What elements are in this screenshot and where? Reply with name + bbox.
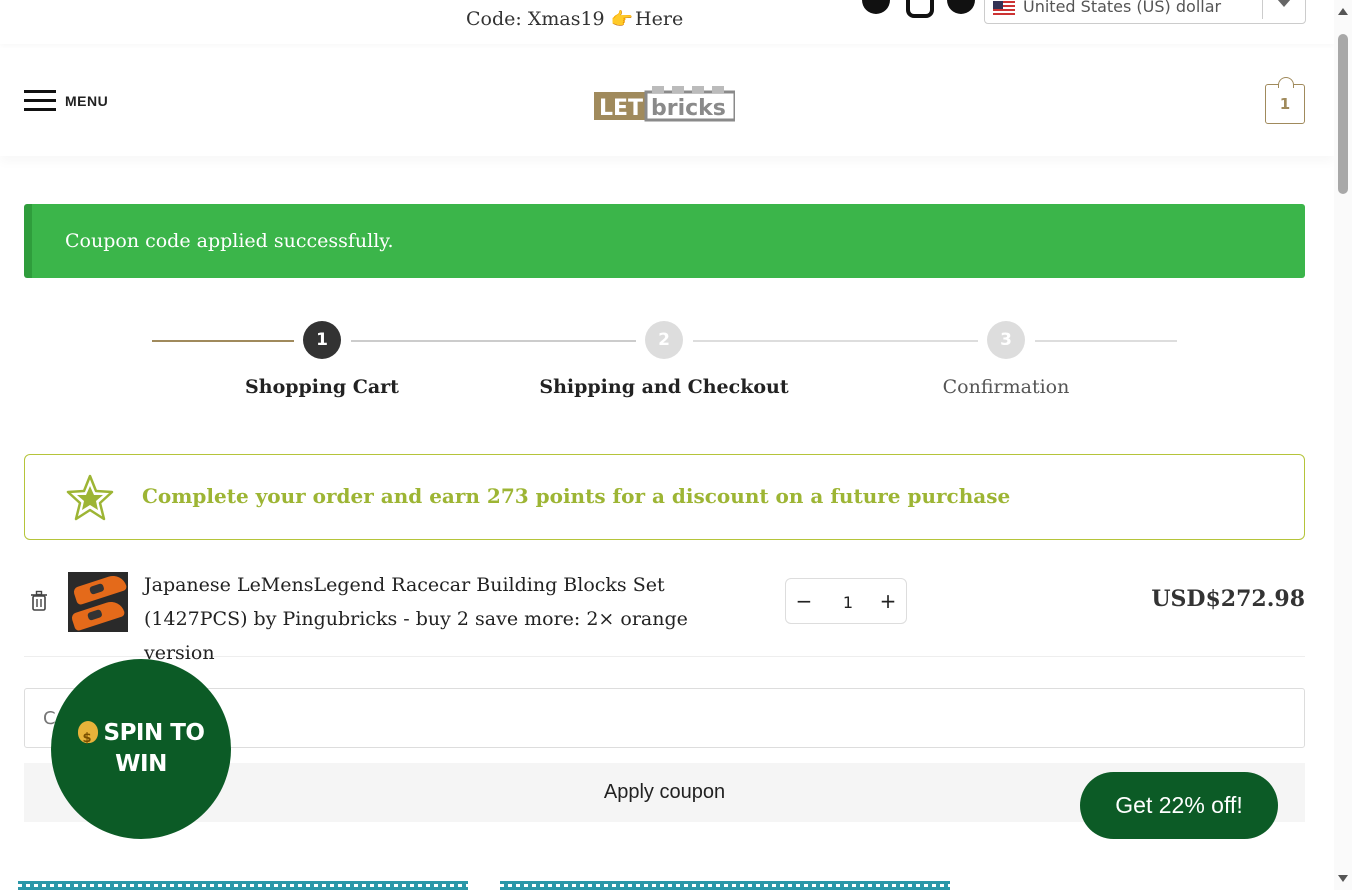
spin-label-line1: SPIN TO [103,720,205,746]
step-line [351,340,636,342]
instagram-icon[interactable] [906,0,934,18]
step-3-label: Confirmation [942,376,1070,398]
cart-item: Japanese LeMensLegend Racecar Building B… [24,560,1305,664]
money-bag-icon [77,721,98,754]
quantity-stepper: − + [785,578,907,624]
currency-label: United States (US) dollar [1023,0,1222,16]
product-thumbnail[interactable] [68,572,128,632]
success-alert: Coupon code applied successfully. [24,204,1305,278]
alert-message: Coupon code applied successfully. [65,230,394,252]
spin-label-line2: WIN [115,751,167,777]
promo-bar: Code: Xmas19 👉 Here United States (US) dol… [0,0,1334,44]
menu-button[interactable]: MENU [24,90,108,112]
cart-button[interactable]: 1 [1265,77,1305,124]
step-1-circle: 1 [303,321,341,359]
step-line [1035,340,1177,342]
chevron-down-icon [1277,0,1291,7]
step-2-circle: 2 [645,321,683,359]
plus-icon[interactable]: + [876,589,900,613]
product-price: USD$272.98 [1151,586,1305,612]
site-header: MENU LET bricks 1 [0,48,1334,156]
minus-icon[interactable]: − [792,589,816,613]
scrollbar[interactable] [1334,0,1352,890]
promo-link[interactable]: Here [635,8,683,30]
menu-label: MENU [65,93,109,109]
spin-to-win-button[interactable]: SPIN TO WIN [51,659,231,839]
step-2-label[interactable]: Shipping and Checkout [539,376,788,398]
quantity-input[interactable] [824,589,872,615]
scroll-up-icon[interactable] [1338,8,1348,15]
points-banner: Complete your order and earn 273 points … [24,454,1305,540]
currency-select[interactable]: United States (US) dollar [984,0,1306,24]
promo-text: Code: Xmas19 👉 Here [466,8,683,30]
star-icon [66,474,114,521]
us-flag-icon [993,1,1015,15]
hamburger-icon [24,90,56,112]
promo-code: Code: Xmas19 [466,8,605,30]
points-message: Complete your order and earn 273 points … [142,484,1011,508]
facebook-icon[interactable] [862,0,890,14]
logo-text-let: LET [599,96,643,121]
discount-button[interactable]: Get 22% off! [1080,772,1278,839]
pinterest-icon[interactable] [947,0,975,14]
cart-count: 1 [1279,95,1291,113]
scroll-thumb[interactable] [1338,34,1348,194]
pointing-hand-icon: 👉 [610,9,634,30]
trash-icon[interactable] [30,590,48,612]
scroll-down-icon[interactable] [1338,875,1348,882]
step-1-label[interactable]: Shopping Cart [245,376,399,398]
currency-divider [1262,0,1263,19]
step-3-circle: 3 [987,321,1025,359]
logo-text-bricks: bricks [651,96,726,121]
step-line [152,340,294,342]
letbricks-logo[interactable]: LET bricks [594,86,735,122]
banner-card [500,881,950,890]
checkout-steps: 1 2 3 Shopping Cart Shipping and Checkou… [0,318,1334,418]
banner-card [18,881,468,890]
product-name[interactable]: Japanese LeMensLegend Racecar Building B… [144,568,764,670]
step-line [693,340,978,342]
